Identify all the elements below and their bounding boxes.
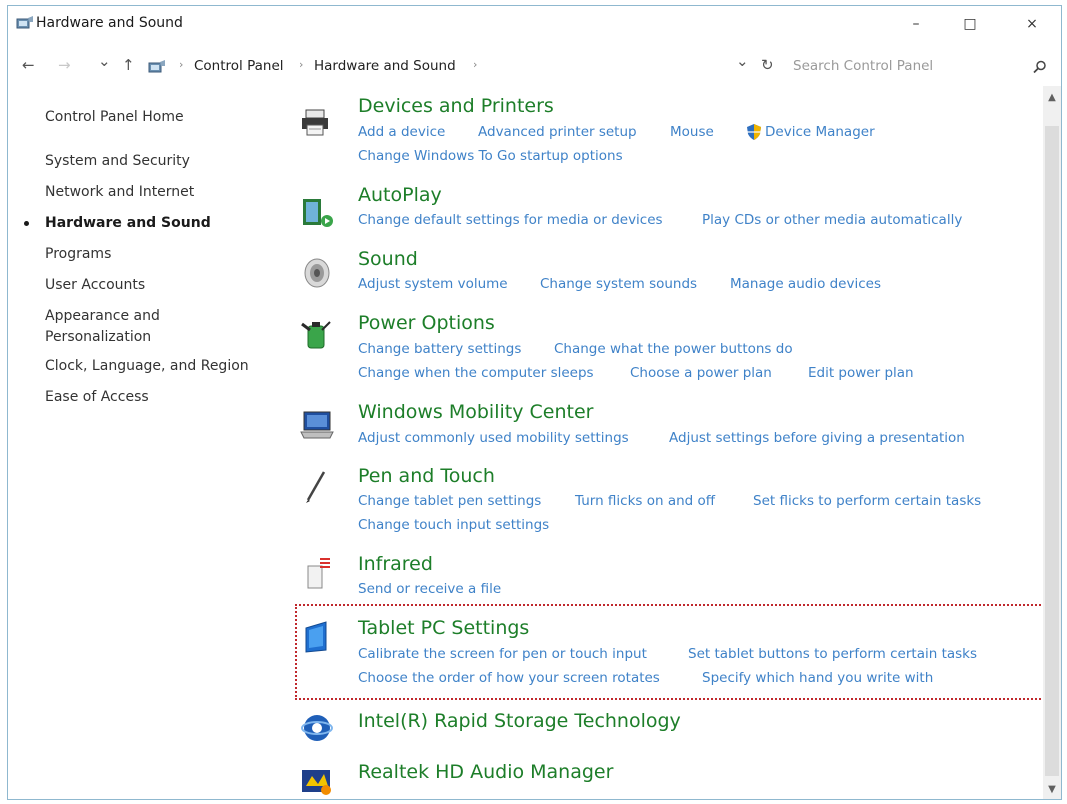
link-add-a-device[interactable]: Add a device — [358, 124, 445, 140]
link-manage-audio-devices[interactable]: Manage audio devices — [730, 276, 881, 292]
link-set-flicks-tasks[interactable]: Set flicks to perform certain tasks — [753, 493, 981, 509]
speaker-icon — [304, 258, 330, 288]
category-tablet-pc-settings[interactable]: Tablet PC Settings — [358, 617, 529, 639]
mobility-center-icon — [300, 411, 334, 439]
breadcrumb-separator: › — [179, 58, 184, 71]
minimize-button[interactable]: – — [896, 12, 936, 36]
sidebar-item-control-panel-home[interactable]: Control Panel Home — [45, 107, 184, 128]
breadcrumb-control-panel[interactable]: Control Panel — [194, 58, 284, 74]
category-pen-and-touch[interactable]: Pen and Touch — [358, 465, 495, 487]
infrared-icon — [307, 558, 330, 589]
category-devices-and-printers[interactable]: Devices and Printers — [358, 95, 554, 117]
link-advanced-printer-setup[interactable]: Advanced printer setup — [478, 124, 637, 140]
link-change-touch-input-settings[interactable]: Change touch input settings — [358, 517, 549, 533]
scroll-thumb[interactable] — [1045, 126, 1059, 776]
autoplay-icon — [303, 199, 333, 227]
link-edit-power-plan[interactable]: Edit power plan — [808, 365, 914, 381]
scroll-up-arrow-icon[interactable]: ▲ — [1043, 92, 1061, 103]
sidebar-item-hardware-and-sound[interactable]: Hardware and Sound — [45, 213, 211, 234]
search-input[interactable]: Search Control Panel — [793, 58, 933, 74]
refresh-icon[interactable]: ↻ — [761, 56, 774, 74]
link-choose-power-plan[interactable]: Choose a power plan — [630, 365, 772, 381]
link-set-tablet-buttons[interactable]: Set tablet buttons to perform certain ta… — [688, 646, 977, 662]
link-change-system-sounds[interactable]: Change system sounds — [540, 276, 697, 292]
maximize-button[interactable]: □ — [950, 12, 990, 36]
control-panel-icon — [148, 60, 165, 73]
pen-icon — [306, 471, 326, 503]
link-mouse[interactable]: Mouse — [670, 124, 714, 140]
category-power-options[interactable]: Power Options — [358, 312, 495, 334]
category-infrared[interactable]: Infrared — [358, 553, 433, 575]
link-change-windows-to-go-startup-options[interactable]: Change Windows To Go startup options — [358, 148, 623, 164]
link-choose-screen-rotation-order[interactable]: Choose the order of how your screen rota… — [358, 670, 660, 686]
address-bar: ← → ⌄ ↑ › Control Panel › Hardware and S… — [8, 52, 1061, 82]
back-arrow-icon[interactable]: ← — [22, 56, 35, 74]
shield-icon — [747, 124, 761, 140]
link-change-tablet-pen-settings[interactable]: Change tablet pen settings — [358, 493, 541, 509]
sidebar-item-system-and-security[interactable]: System and Security — [45, 151, 190, 172]
intel-rst-icon — [301, 715, 333, 741]
up-arrow-icon[interactable]: ↑ — [122, 56, 135, 74]
scroll-down-arrow-icon[interactable]: ▼ — [1043, 784, 1061, 795]
vertical-scrollbar[interactable]: ▲ ▼ — [1043, 86, 1061, 799]
link-adjust-mobility-settings[interactable]: Adjust commonly used mobility settings — [358, 430, 629, 446]
battery-plug-icon — [301, 321, 331, 349]
recent-locations-icon[interactable]: ⌄ — [98, 52, 111, 70]
category-realtek-hd-audio[interactable]: Realtek HD Audio Manager — [358, 761, 613, 783]
sidebar-item-programs[interactable]: Programs — [45, 244, 111, 265]
link-adjust-presentation-settings[interactable]: Adjust settings before giving a presenta… — [669, 430, 965, 446]
link-change-when-computer-sleeps[interactable]: Change when the computer sleeps — [358, 365, 594, 381]
link-adjust-system-volume[interactable]: Adjust system volume — [358, 276, 508, 292]
breadcrumb-separator: › — [299, 58, 304, 71]
breadcrumb-hardware-and-sound[interactable]: Hardware and Sound — [314, 58, 456, 74]
sidebar-item-user-accounts[interactable]: User Accounts — [45, 275, 145, 296]
forward-arrow-icon[interactable]: → — [58, 56, 71, 74]
close-button[interactable]: × — [1012, 12, 1052, 36]
category-sound[interactable]: Sound — [358, 248, 418, 270]
link-device-manager[interactable]: Device Manager — [765, 124, 875, 140]
sidebar-item-appearance-line2[interactable]: Personalization — [45, 327, 151, 348]
current-page-bullet-icon — [24, 221, 29, 226]
tablet-pc-icon — [305, 621, 327, 653]
address-dropdown-icon[interactable]: ⌄ — [736, 52, 749, 70]
search-icon[interactable] — [1033, 60, 1047, 74]
sidebar-item-clock-language-region[interactable]: Clock, Language, and Region — [45, 356, 249, 377]
sidebar-item-ease-of-access[interactable]: Ease of Access — [45, 387, 149, 408]
window-title: Hardware and Sound — [36, 15, 183, 31]
link-change-default-settings-media[interactable]: Change default settings for media or dev… — [358, 212, 663, 228]
link-send-or-receive-file[interactable]: Send or receive a file — [358, 581, 501, 597]
category-intel-rapid-storage[interactable]: Intel(R) Rapid Storage Technology — [358, 710, 681, 732]
sidebar-item-network-and-internet[interactable]: Network and Internet — [45, 182, 194, 203]
realtek-audio-icon — [302, 770, 331, 795]
breadcrumb-separator: › — [473, 58, 478, 71]
sidebar-item-appearance-line1[interactable]: Appearance and — [45, 306, 160, 327]
link-play-cds-automatically[interactable]: Play CDs or other media automatically — [702, 212, 962, 228]
title-bar: Hardware and Sound – □ × — [8, 6, 1061, 40]
printer-icon — [302, 109, 328, 136]
control-panel-icon — [16, 16, 33, 29]
category-autoplay[interactable]: AutoPlay — [358, 184, 442, 206]
link-calibrate-screen[interactable]: Calibrate the screen for pen or touch in… — [358, 646, 647, 662]
link-turn-flicks-on-off[interactable]: Turn flicks on and off — [575, 493, 715, 509]
link-change-battery-settings[interactable]: Change battery settings — [358, 341, 521, 357]
link-specify-writing-hand[interactable]: Specify which hand you write with — [702, 670, 933, 686]
link-change-power-buttons[interactable]: Change what the power buttons do — [554, 341, 793, 357]
category-windows-mobility-center[interactable]: Windows Mobility Center — [358, 401, 593, 423]
control-panel-window: Hardware and Sound – □ × ← → ⌄ ↑ › Contr… — [7, 5, 1062, 800]
